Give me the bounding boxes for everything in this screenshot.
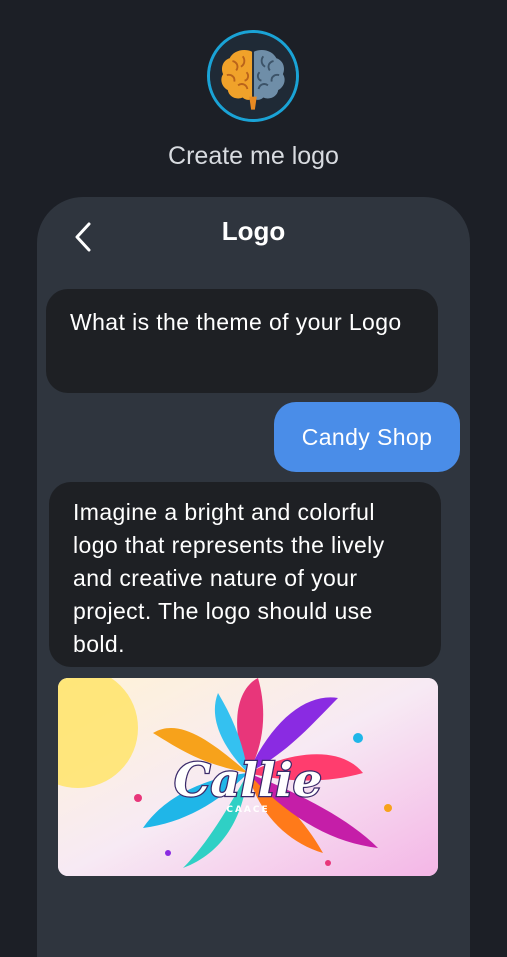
page-headline: Create me logo [168,142,339,170]
app-logo [207,30,299,122]
generated-logo-image[interactable]: Callie CAACE [58,678,438,876]
logo-subtext: CAACE [226,805,269,815]
user-message: Candy Shop [274,402,460,472]
bot-message: What is the theme of your Logo [46,289,438,393]
chat-panel: Logo What is the theme of your Logo Cand… [37,197,470,957]
chat-title: Logo [221,216,286,246]
bot-message: Imagine a bright and colorful logo that … [49,482,441,667]
brain-icon [210,33,296,119]
logo-wordmark: Callie [174,753,322,807]
